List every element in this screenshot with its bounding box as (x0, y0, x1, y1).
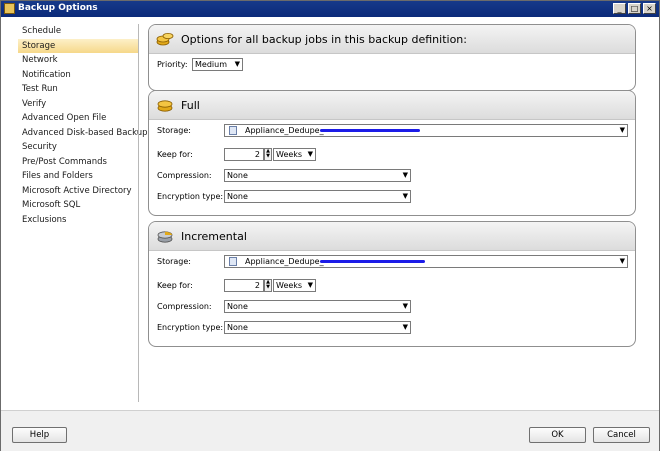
nav-item-pre-post-commands[interactable]: Pre/Post Commands (18, 155, 138, 170)
nav-item-advanced-disk-based-backup[interactable]: Advanced Disk-based Backup (18, 126, 148, 141)
dialog-footer: Help OK Cancel (1, 410, 659, 451)
priority-value: Medium (195, 60, 227, 69)
inc-compression-value: None (227, 302, 248, 311)
full-keep-for-stepper[interactable]: ▲ ▼ (264, 148, 272, 161)
full-encryption-label: Encryption type: (157, 192, 224, 201)
nav-item-exclusions[interactable]: Exclusions (18, 213, 138, 228)
full-keep-unit-select[interactable]: Weeks ▼ (273, 148, 316, 161)
backup-options-window: Backup Options _ □ × Schedule Storage Ne… (0, 0, 660, 451)
inc-encryption-select[interactable]: None ▼ (224, 321, 411, 334)
full-compression-label: Compression: (157, 171, 212, 180)
inc-compression-label: Compression: (157, 302, 212, 311)
title-bar[interactable]: Backup Options _ □ × (1, 1, 659, 17)
redaction-mark (320, 129, 420, 132)
options-panel-title: Options for all backup jobs in this back… (181, 33, 467, 46)
full-keep-for-value: 2 (254, 150, 260, 159)
content-area: Schedule Storage Network Notification Te… (1, 17, 659, 410)
nav-item-advanced-open-file[interactable]: Advanced Open File (18, 111, 138, 126)
minimize-button[interactable]: _ (613, 3, 626, 14)
redaction-mark (320, 260, 425, 263)
full-panel-header: Full (149, 91, 635, 120)
full-panel-title: Full (181, 99, 200, 112)
nav-item-files-and-folders[interactable]: Files and Folders (18, 169, 138, 184)
priority-label: Priority: (157, 60, 188, 69)
inc-keep-for-label: Keep for: (157, 281, 193, 290)
help-button[interactable]: Help (12, 427, 67, 443)
inc-storage-label: Storage: (157, 257, 191, 266)
nav-item-notification[interactable]: Notification (18, 68, 138, 83)
full-keep-unit-value: Weeks (276, 150, 303, 159)
chevron-down-icon: ▼ (619, 126, 625, 134)
chevron-down-icon: ▼ (402, 171, 408, 179)
full-storage-select[interactable]: Appliance_Dedupe_ ▼ (224, 124, 628, 137)
options-panel: Options for all backup jobs in this back… (148, 24, 636, 91)
close-button[interactable]: × (643, 3, 656, 14)
storage-device-icon (229, 126, 237, 135)
inc-storage-select[interactable]: Appliance_Dedupe_ ▼ (224, 255, 628, 268)
inc-encryption-value: None (227, 323, 248, 332)
full-encryption-select[interactable]: None ▼ (224, 190, 411, 203)
options-panel-header: Options for all backup jobs in this back… (149, 25, 635, 54)
inc-keep-unit-select[interactable]: Weeks ▼ (273, 279, 316, 292)
options-nav: Schedule Storage Network Notification Te… (18, 24, 148, 228)
full-storage-label: Storage: (157, 126, 191, 135)
inc-storage-value: Appliance_Dedupe_ (245, 257, 324, 266)
nav-divider (138, 24, 139, 402)
chevron-down-icon: ▼ (307, 281, 313, 289)
storage-device-icon (229, 257, 237, 266)
full-panel: Full Storage: Appliance_Dedupe_ ▼ Keep f… (148, 90, 636, 216)
nav-item-network[interactable]: Network (18, 53, 138, 68)
chevron-down-icon: ▼ (307, 150, 313, 158)
inc-keep-unit-value: Weeks (276, 281, 303, 290)
full-encryption-value: None (227, 192, 248, 201)
chevron-down-icon: ▼ (619, 257, 625, 265)
full-keep-for-input[interactable]: 2 (224, 148, 264, 161)
inc-keep-for-stepper[interactable]: ▲ ▼ (264, 279, 272, 292)
full-keep-for-label: Keep for: (157, 150, 193, 159)
inc-keep-for-input[interactable]: 2 (224, 279, 264, 292)
nav-item-security[interactable]: Security (18, 140, 138, 155)
nav-item-storage[interactable]: Storage (18, 38, 138, 53)
full-compression-select[interactable]: None ▼ (224, 169, 411, 182)
priority-select[interactable]: Medium ▼ (192, 58, 243, 71)
incremental-panel-title: Incremental (181, 230, 247, 243)
chevron-down-icon: ▼ (402, 192, 408, 200)
full-backup-icon (157, 100, 173, 112)
maximize-button[interactable]: □ (628, 3, 641, 14)
cancel-button[interactable]: Cancel (593, 427, 650, 443)
chevron-down-icon: ▼ (402, 302, 408, 310)
chevron-down-icon: ▼ (402, 323, 408, 331)
coins-icon (156, 33, 174, 46)
full-storage-value: Appliance_Dedupe_ (245, 126, 324, 135)
full-compression-value: None (227, 171, 248, 180)
nav-item-test-run[interactable]: Test Run (18, 82, 138, 97)
ok-button[interactable]: OK (529, 427, 586, 443)
incremental-panel-header: Incremental (149, 222, 635, 251)
chevron-down-icon: ▼ (234, 60, 240, 68)
inc-compression-select[interactable]: None ▼ (224, 300, 411, 313)
nav-item-verify[interactable]: Verify (18, 97, 138, 112)
incremental-panel: Incremental Storage: Appliance_Dedupe_ ▼… (148, 221, 636, 347)
inc-encryption-label: Encryption type: (157, 323, 224, 332)
incremental-backup-icon (157, 231, 173, 243)
window-title: Backup Options (18, 3, 98, 13)
app-icon (4, 3, 15, 14)
nav-item-microsoft-sql[interactable]: Microsoft SQL (18, 198, 138, 213)
nav-item-schedule[interactable]: Schedule (18, 24, 138, 39)
nav-item-active-directory[interactable]: Microsoft Active Directory (18, 184, 138, 199)
inc-keep-for-value: 2 (254, 281, 260, 290)
